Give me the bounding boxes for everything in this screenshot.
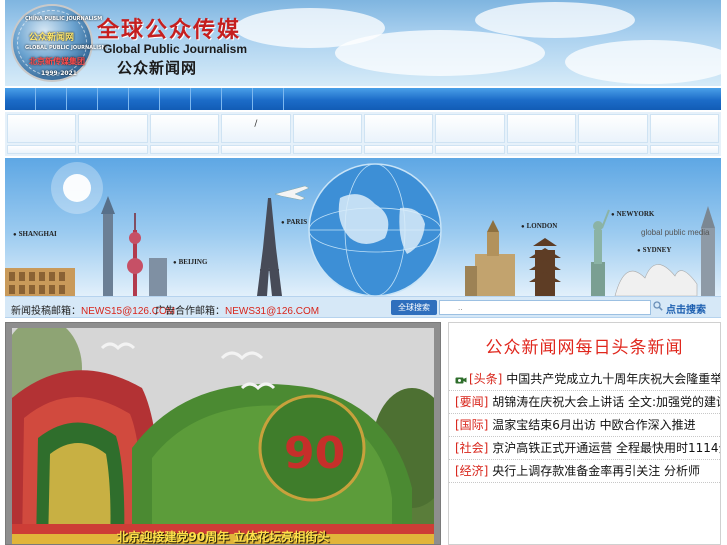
news-email: 新闻投稿邮箱：NEWS15@126.COM: [11, 302, 175, 317]
nav-item[interactable]: [129, 88, 160, 110]
news-headline[interactable]: 温家宝结束6月出访 中欧合作深入推进: [492, 418, 695, 432]
brand-title: 全球公众传媒: [97, 18, 242, 43]
subnav-link[interactable]: [7, 144, 77, 154]
brand-subtitle: 公众新闻网: [117, 59, 198, 77]
page: CHINA PUBLIC JOURNALISM 公众新闻网 GLOBAL PUB…: [0, 0, 727, 545]
news-tag: [经济]: [455, 464, 489, 478]
subnav-link[interactable]: [7, 114, 77, 143]
ad-email: 广告合作邮箱：NEWS31@126.COM: [155, 302, 319, 317]
news-tag: [社会]: [455, 441, 489, 455]
news-headline[interactable]: 央行上调存款准备金率再引关注 分析师: [492, 464, 700, 478]
site-logo[interactable]: CHINA PUBLIC JOURNALISM 公众新闻网 GLOBAL PUB…: [11, 4, 107, 82]
subnav-link[interactable]: [578, 114, 648, 143]
subnav-link[interactable]: [292, 114, 362, 143]
city-label-beijing: BEIJING: [173, 258, 208, 266]
subnav-link[interactable]: [221, 144, 291, 154]
site-header: CHINA PUBLIC JOURNALISM 公众新闻网 GLOBAL PUB…: [5, 0, 721, 86]
news-headline[interactable]: 中国共产党成立九十周年庆祝大会隆重举行: [506, 372, 720, 386]
flower-arch-illustration: 90: [12, 328, 434, 544]
city-label-newyork: NEWYORK: [611, 210, 655, 218]
nav-item[interactable]: [160, 88, 191, 110]
subnav-link[interactable]: [649, 114, 719, 143]
news-list-item[interactable]: [国际] 温家宝结束6月出访 中欧合作深入推进: [449, 414, 720, 437]
subnav-link[interactable]: [364, 144, 434, 154]
news-list-item[interactable]: [要闻] 胡锦涛在庆祝大会上讲话 全文:加强党的建设: [449, 391, 720, 414]
svg-text:90: 90: [284, 428, 345, 479]
featured-photo-frame: 90 北京迎接建党90周年 立体花坛亮相街头: [5, 322, 441, 545]
news-tag: [要闻]: [455, 395, 489, 409]
ad-email-address[interactable]: NEWS31@126.COM: [225, 306, 319, 317]
news-list-item[interactable]: [社会] 京沪高铁正式开通运营 全程最快用时1114分: [449, 437, 720, 460]
main-nav: [5, 88, 721, 110]
camera-icon: [455, 377, 467, 384]
nav-item[interactable]: [253, 88, 284, 110]
nav-item[interactable]: [222, 88, 253, 110]
subnav-link[interactable]: [292, 144, 362, 154]
headline-news-panel: 公众新闻网每日头条新闻 [头条] 中国共产党成立九十周年庆祝大会隆重举行 [要闻…: [448, 322, 721, 545]
news-headline[interactable]: 京沪高铁正式开通运营 全程最快用时1114分: [492, 441, 720, 455]
logo-text-2: 公众新闻网: [29, 33, 75, 43]
ad-email-label: 广告合作邮箱：: [155, 306, 225, 317]
skyline-illustration: [5, 162, 715, 296]
news-tag: [国际]: [455, 418, 489, 432]
contact-search-bar: 新闻投稿邮箱：NEWS15@126.COM 广告合作邮箱：NEWS31@126.…: [5, 296, 721, 318]
nav-item[interactable]: [5, 88, 36, 110]
nav-item[interactable]: [36, 88, 67, 110]
search-button[interactable]: 点击搜索: [666, 301, 706, 316]
subnav-link[interactable]: [149, 114, 220, 143]
featured-photo[interactable]: 90 北京迎接建党90周年 立体花坛亮相街头: [12, 328, 434, 544]
subnav-link[interactable]: [435, 144, 505, 154]
featured-photo-caption[interactable]: 北京迎接建党90周年 立体花坛亮相街头: [12, 530, 434, 544]
city-label-shanghai: SHANGHAI: [13, 230, 57, 238]
nav-item[interactable]: [191, 88, 222, 110]
nav-item[interactable]: [98, 88, 129, 110]
city-label-sydney: SYDNEY: [637, 246, 672, 254]
subnav-link[interactable]: [78, 114, 148, 143]
subnav-link[interactable]: [506, 144, 577, 154]
nav-item[interactable]: [67, 88, 98, 110]
city-label-london: LONDON: [521, 222, 558, 230]
subnav-link[interactable]: [649, 144, 719, 154]
subnav-link[interactable]: [149, 144, 220, 154]
sub-nav: /: [5, 112, 721, 156]
subnav-link[interactable]: [506, 114, 577, 143]
subnav-link[interactable]: [78, 144, 148, 154]
subnav-link[interactable]: [364, 114, 434, 143]
subnav-link[interactable]: [435, 114, 505, 143]
subnav-link[interactable]: [578, 144, 648, 154]
skyline-banner: SHANGHAI BEIJING PARIS LONDON NEWYORK SY…: [5, 158, 721, 296]
logo-text-3: GLOBAL PUBLIC JOURNALISM: [25, 45, 107, 51]
search-label: 全球搜索: [391, 300, 437, 315]
search-icon[interactable]: [653, 301, 663, 311]
news-tag: [头条]: [469, 372, 503, 386]
news-headline[interactable]: 胡锦涛在庆祝大会上讲话 全文:加强党的建设: [492, 395, 720, 409]
logo-text-4: 北京新传媒集团: [29, 57, 85, 66]
news-list-item[interactable]: [头条] 中国共产党成立九十周年庆祝大会隆重举行: [449, 368, 720, 391]
subnav-link[interactable]: /: [221, 114, 291, 143]
logo-text-5: 1999-2021: [41, 70, 77, 77]
search-input[interactable]: [439, 300, 651, 315]
news-email-label: 新闻投稿邮箱：: [11, 306, 81, 317]
brand-english-title: Global Public Journalism: [103, 42, 248, 56]
news-list-item[interactable]: [经济] 央行上调存款准备金率再引关注 分析师: [449, 460, 720, 483]
logo-text-1: CHINA PUBLIC JOURNALISM: [25, 16, 103, 22]
city-label-paris: PARIS: [281, 218, 307, 226]
headline-news-list: [头条] 中国共产党成立九十周年庆祝大会隆重举行 [要闻] 胡锦涛在庆祝大会上讲…: [449, 368, 720, 483]
headline-news-title: 公众新闻网每日头条新闻: [485, 338, 684, 358]
banner-tagline: global public media: [641, 228, 710, 237]
